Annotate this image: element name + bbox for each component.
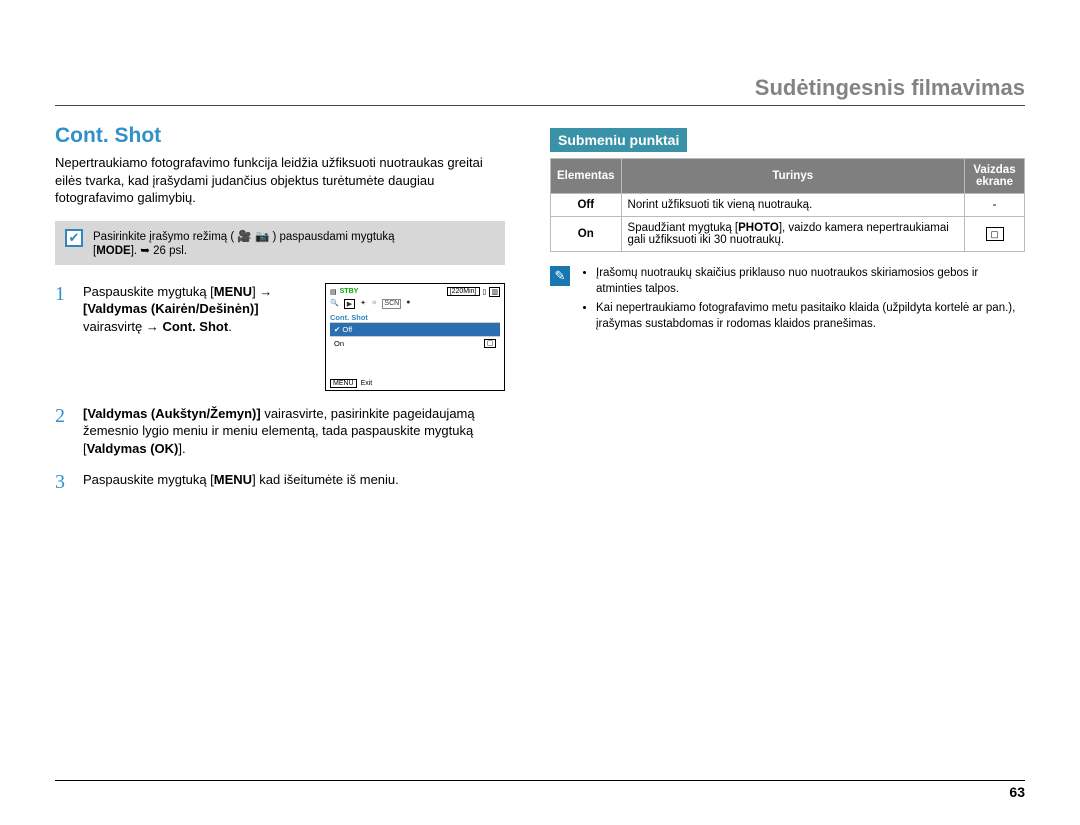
info-icon: ✎ <box>550 266 570 286</box>
cont-shot-display-icon: ▢ <box>986 227 1004 241</box>
submenu-heading: Submeniu punktai <box>550 128 687 152</box>
mode-label: MODE <box>96 245 131 257</box>
step-3-num: 3 <box>55 471 71 494</box>
note-line1b: ) paspausdami mygtuką <box>272 231 394 243</box>
info-note-box: ✎ Įrašomų nuotraukų skaičius priklauso n… <box>550 266 1025 336</box>
screen-on-item[interactable]: On ▢ <box>330 336 500 350</box>
q-icon: 🔍 <box>330 299 339 309</box>
video-icon: 🎥 <box>237 231 251 243</box>
scn-icon: SCN <box>382 299 401 309</box>
stby-label: STBY <box>340 288 359 295</box>
cell-off-el: Off <box>551 194 622 217</box>
cell-off-icon: - <box>965 194 1025 217</box>
page-number: 63 <box>55 780 1025 800</box>
step-2-text: [Valdymas (Aukštyn/Žemyn)] vairasvirte, … <box>83 405 505 458</box>
note-box: ✔ Pasirinkite įrašymo režimą ( 🎥 📷 ) pas… <box>55 221 505 265</box>
camera-icon: 📷 <box>255 231 269 243</box>
battery-icon: ▥ <box>489 287 500 297</box>
sun-icon: ☼ <box>371 299 377 309</box>
sparkle-icon: ✦ <box>360 299 366 309</box>
check-icon: ✔ <box>65 229 83 247</box>
cell-on-icon: ▢ <box>965 217 1025 252</box>
step-1-num: 1 <box>55 283 71 391</box>
rec-time: [220Min] <box>447 287 480 296</box>
note-bracket-close: ]. <box>131 245 141 257</box>
th-elementas: Elementas <box>551 159 622 194</box>
cell-on-desc: Spaudžiant mygtuką [PHOTO], vaizdo kamer… <box>621 217 964 252</box>
rec-icon: ● <box>406 299 410 309</box>
table-row: Off Norint užfiksuoti tik vieną nuotrauk… <box>551 194 1025 217</box>
doc-icon: ▤ <box>330 288 337 296</box>
th-vaizdas: Vaizdasekrane <box>965 159 1025 194</box>
note-pageref: 26 psl. <box>153 245 187 257</box>
step-3-text: Paspauskite mygtuką [MENU] kad išeitumėt… <box>83 471 505 494</box>
exit-label: Exit <box>361 380 373 387</box>
arrow-icon: ➥ <box>140 245 150 257</box>
table-row: On Spaudžiant mygtuką [PHOTO], vaizdo ka… <box>551 217 1025 252</box>
th-turinys: Turinys <box>621 159 964 194</box>
info-bullet-2: Kai nepertraukiamo fotografavimo metu pa… <box>596 301 1025 332</box>
menu-button-mini[interactable]: MENU <box>330 379 357 388</box>
step-1-text: Paspauskite mygtuką [MENU] → [Valdymas (… <box>83 283 307 391</box>
cell-off-desc: Norint užfiksuoti tik vieną nuotrauką. <box>621 194 964 217</box>
cell-on-el: On <box>551 217 622 252</box>
cont-shot-icon-mini: ▢ <box>484 339 496 348</box>
intro-text: Nepertraukiamo fotografavimo funkcija le… <box>55 154 505 207</box>
camera-screen-mock: ▤ STBY [220Min] ▯ ▥ 🔍 ▶ <box>325 283 505 391</box>
info-bullet-1: Įrašomų nuotraukų skaičius priklauso nuo… <box>596 266 1025 297</box>
sd-icon: ▯ <box>483 288 487 296</box>
video-mini-icon: ▶ <box>344 299 355 309</box>
submenu-table: Elementas Turinys Vaizdasekrane Off Nori… <box>550 158 1025 252</box>
screen-menu-title: Cont. Shot <box>330 313 500 322</box>
step-2-num: 2 <box>55 405 71 458</box>
screen-off-item[interactable]: ✔ Off <box>330 322 500 336</box>
note-line1a: Pasirinkite įrašymo režimą ( <box>93 231 237 243</box>
section-title: Cont. Shot <box>55 124 505 148</box>
chapter-title: Sudėtingesnis filmavimas <box>55 75 1025 101</box>
